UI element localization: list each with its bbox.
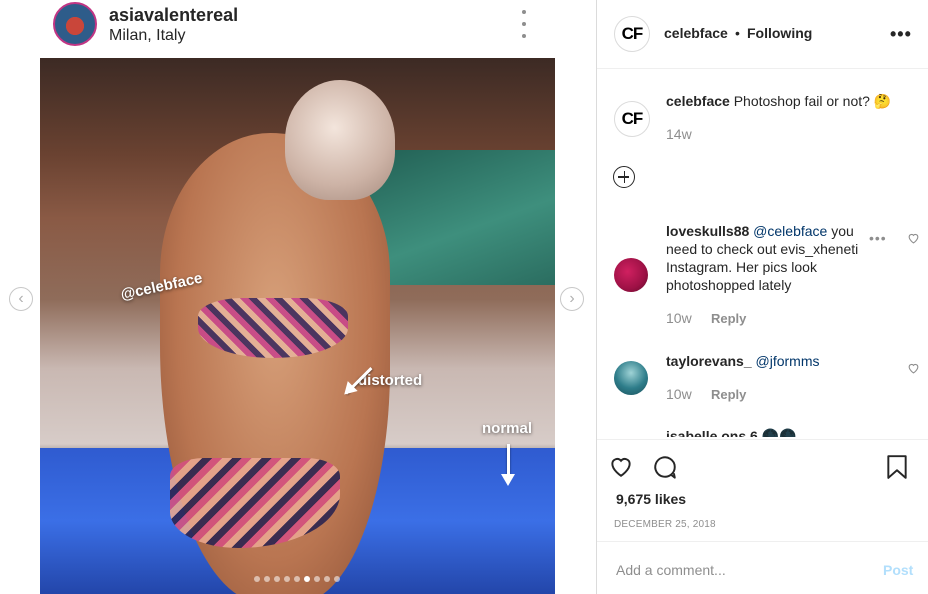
more-options-icon[interactable]: ••• — [890, 24, 912, 45]
heart-icon[interactable] — [907, 362, 920, 374]
avatar[interactable] — [614, 258, 648, 292]
avatar[interactable]: CF — [614, 101, 650, 137]
post-comment-button[interactable]: Post — [883, 562, 913, 578]
post-image[interactable]: @celebface distorted normal — [40, 58, 555, 594]
carousel-indicator — [254, 576, 340, 582]
separator-dot: • — [735, 25, 740, 41]
comment-mention[interactable]: @celebface — [753, 223, 827, 239]
distorted-label: distorted — [358, 372, 423, 389]
avatar[interactable] — [614, 361, 648, 395]
header-username[interactable]: celebface — [664, 25, 728, 41]
comment-timestamp[interactable]: 10w — [666, 310, 692, 326]
comment-username[interactable]: isabelle.ons.6 🌑🌑 — [666, 425, 797, 437]
heart-icon[interactable] — [907, 232, 920, 244]
heart-icon[interactable] — [608, 453, 634, 479]
carousel-dot — [254, 576, 260, 582]
divider — [597, 541, 928, 542]
caption: celebface Photoshop fail or not? 🤔 — [666, 93, 916, 110]
chevron-right-icon[interactable]: › — [560, 287, 584, 311]
figure-head — [285, 80, 395, 200]
more-options-icon[interactable] — [515, 10, 533, 38]
avatar[interactable]: CF — [614, 16, 650, 52]
following-button[interactable]: Following — [747, 25, 812, 41]
caption-text: Photoshop fail or not? 🤔 — [733, 93, 892, 109]
arrow-down-icon — [501, 444, 515, 486]
carousel-dot — [314, 576, 320, 582]
caption-timestamp[interactable]: 14w — [666, 126, 692, 142]
comment-username[interactable]: taylorevans_ — [666, 353, 752, 369]
comment-username[interactable]: loveskulls88 — [666, 223, 749, 239]
avatar[interactable] — [53, 2, 97, 46]
comment: taylorevans_ @jformms — [666, 352, 866, 370]
swimsuit-top — [198, 298, 348, 358]
divider — [597, 68, 928, 69]
carousel-dot — [284, 576, 290, 582]
comment-input[interactable] — [616, 562, 856, 578]
comment-mention[interactable]: @jformms — [756, 353, 820, 369]
post-sidebar: CF celebface • Following ••• CF celebfac… — [596, 0, 928, 594]
like-count[interactable]: 9,675 likes — [616, 491, 686, 507]
post-location[interactable]: Milan, Italy — [109, 27, 185, 45]
bookmark-icon[interactable] — [886, 454, 908, 480]
chevron-left-icon[interactable]: ‹ — [9, 287, 33, 311]
carousel-dot — [304, 576, 310, 582]
reply-button[interactable]: Reply — [711, 387, 746, 402]
embedded-post: asiavalentereal Milan, Italy @celebface … — [0, 0, 596, 594]
carousel-dot — [294, 576, 300, 582]
caption-username[interactable]: celebface — [666, 93, 730, 109]
comment-timestamp[interactable]: 10w — [666, 386, 692, 402]
comment-more-icon[interactable]: ••• — [869, 230, 887, 246]
reply-button[interactable]: Reply — [711, 311, 746, 326]
post-author-username[interactable]: asiavalentereal — [109, 5, 238, 26]
carousel-dot — [274, 576, 280, 582]
post-date[interactable]: DECEMBER 25, 2018 — [614, 519, 716, 530]
comment-bubble-icon[interactable] — [652, 454, 678, 480]
carousel-dot — [264, 576, 270, 582]
divider — [597, 439, 928, 440]
carousel-dot — [334, 576, 340, 582]
carousel-dot — [324, 576, 330, 582]
comment: loveskulls88 @celebface you need to chec… — [666, 222, 866, 294]
add-icon[interactable] — [613, 166, 635, 188]
normal-label: normal — [482, 420, 533, 437]
